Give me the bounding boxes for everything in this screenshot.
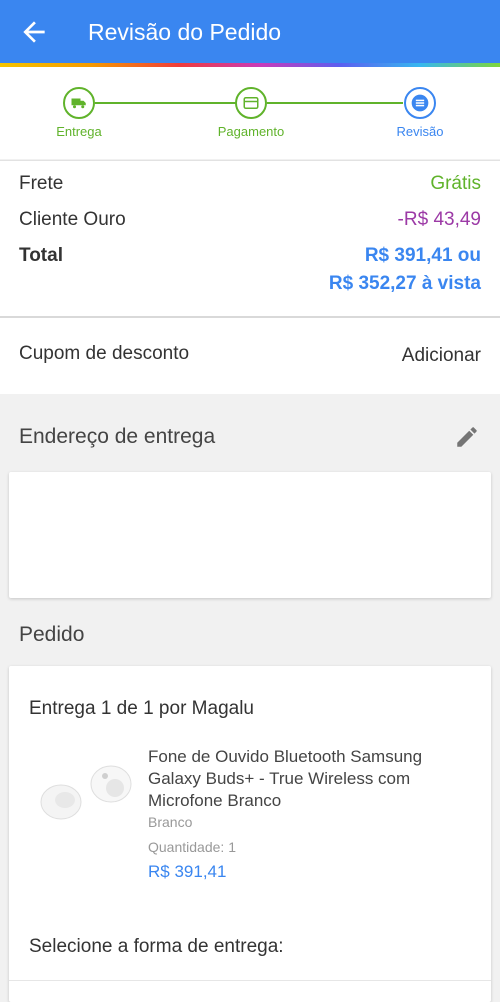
step-label: Pagamento bbox=[217, 124, 285, 139]
checkout-stepper: Entrega Pagamento Revisão bbox=[0, 67, 500, 159]
order-section-title: Pedido bbox=[19, 623, 85, 646]
step-label: Entrega bbox=[56, 124, 102, 139]
member-label: Cliente Ouro bbox=[19, 209, 126, 230]
total-cash: R$ 352,27 à vista bbox=[328, 273, 481, 294]
step-revisao[interactable]: Revisão bbox=[365, 87, 475, 139]
coupon-label: Cupom de desconto bbox=[19, 343, 190, 364]
order-summary: Frete Grátis Cliente Ouro -R$ 43,49 Tota… bbox=[0, 160, 500, 316]
product-name[interactable]: Fone de Ouvido Bluetooth Samsung Galaxy … bbox=[148, 746, 468, 812]
truck-icon bbox=[71, 98, 86, 109]
quantity-label: Quantidade: bbox=[148, 839, 225, 855]
order-card: Entrega 1 de 1 por Magalu Fone de Ouvido… bbox=[9, 666, 491, 1002]
add-coupon-button[interactable]: Adicionar bbox=[402, 345, 481, 367]
select-delivery-title: Selecione a forma de entrega: bbox=[29, 936, 284, 957]
card-icon bbox=[243, 97, 259, 109]
product-quantity: Quantidade: 1 bbox=[148, 839, 236, 855]
product-image bbox=[40, 765, 132, 820]
arrow-left-icon[interactable] bbox=[18, 16, 50, 48]
delivery-title: Entrega 1 de 1 por Magalu bbox=[29, 698, 254, 719]
step-label: Revisão bbox=[396, 124, 444, 139]
pencil-icon[interactable] bbox=[454, 424, 480, 450]
shipping-label: Frete bbox=[19, 173, 64, 194]
list-icon bbox=[411, 94, 429, 112]
app-bar: Revisão do Pedido bbox=[0, 0, 500, 64]
step-circle bbox=[235, 87, 267, 119]
step-pagamento[interactable]: Pagamento bbox=[196, 87, 306, 139]
page-title: Revisão do Pedido bbox=[88, 19, 282, 45]
step-circle bbox=[404, 87, 436, 119]
divider bbox=[9, 980, 491, 981]
address-card bbox=[9, 472, 491, 598]
member-value: -R$ 43,49 bbox=[397, 209, 481, 230]
total-value: R$ 391,41 ou R$ 352,27 à vista bbox=[329, 242, 481, 298]
product-price: R$ 391,41 bbox=[148, 862, 227, 881]
coupon-row[interactable]: Cupom de desconto Adicionar bbox=[0, 318, 500, 394]
quantity-value: 1 bbox=[228, 839, 236, 855]
step-circle bbox=[63, 87, 95, 119]
step-entrega[interactable]: Entrega bbox=[24, 87, 134, 139]
total-installment: R$ 391,41 ou bbox=[364, 245, 481, 266]
total-label: Total bbox=[19, 245, 63, 266]
product-variant: Branco bbox=[148, 814, 193, 830]
address-section-title: Endereço de entrega bbox=[19, 425, 216, 448]
shipping-value: Grátis bbox=[430, 173, 481, 194]
